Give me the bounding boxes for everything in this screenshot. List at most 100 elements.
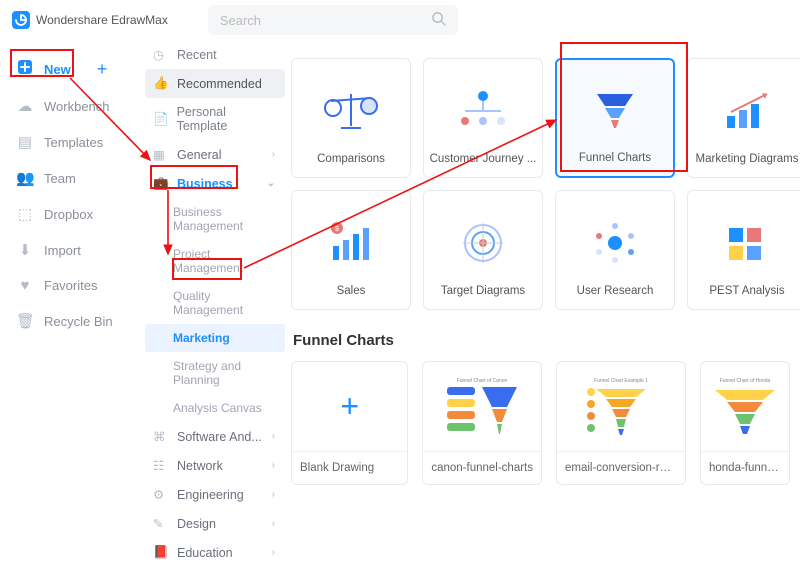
cat-education[interactable]: 📕Education› xyxy=(145,538,285,567)
card-grid: Comparisons Customer Journey ... Funnel … xyxy=(291,58,790,310)
sub-label: Marketing xyxy=(173,331,230,345)
template-grid: + Blank Drawing Funnel Chart of Canon ca… xyxy=(291,361,790,485)
cat-label: Network xyxy=(177,459,223,473)
chevron-right-icon: › xyxy=(272,518,275,529)
sub-business-mgmt[interactable]: Business Management xyxy=(145,198,285,240)
cat-network[interactable]: ☷ Network › xyxy=(145,451,285,480)
chevron-right-icon: › xyxy=(272,149,275,160)
sub-label: Business Management xyxy=(173,205,275,233)
clock-icon: ◷ xyxy=(153,47,169,62)
cloud-icon: ☁ xyxy=(16,97,34,115)
cat-label: Engineering xyxy=(177,488,244,502)
briefcase-icon: 💼 xyxy=(153,176,169,191)
blank-thumb: + xyxy=(292,362,407,452)
template-icon: ▤ xyxy=(16,133,34,151)
cat-label: General xyxy=(177,148,221,162)
template-blank[interactable]: + Blank Drawing xyxy=(291,361,408,485)
sub-label: Strategy and Planning xyxy=(173,359,275,387)
sub-quality-mgmt[interactable]: Quality Management xyxy=(145,282,285,324)
cat-engineering[interactable]: ⚙Engineering› xyxy=(145,480,285,509)
template-canon[interactable]: Funnel Chart of Canon canon-funnel-chart… xyxy=(422,361,542,485)
card-pest[interactable]: PEST Analysis xyxy=(687,190,800,310)
book-icon: 📕 xyxy=(153,545,169,560)
nav-label: Team xyxy=(44,171,76,186)
search-input[interactable] xyxy=(220,13,431,28)
trash-icon: 🗑 xyxy=(16,312,34,330)
journey-icon xyxy=(428,69,538,153)
template-label: email-conversion-rate-of-c... xyxy=(557,452,685,484)
template-label: canon-funnel-charts xyxy=(423,452,541,484)
template-honda[interactable]: Funnel Chart of Honda honda-funnel-... xyxy=(700,361,790,485)
mid-item-personal[interactable]: 📄Personal Template xyxy=(145,98,285,140)
nav-recycle[interactable]: 🗑Recycle Bin xyxy=(12,303,145,339)
card-funnel-charts[interactable]: Funnel Charts xyxy=(555,58,675,178)
pest-icon xyxy=(692,201,800,285)
cat-label: Business xyxy=(177,177,233,191)
card-label: Comparisons xyxy=(317,153,385,165)
nav-import[interactable]: ⬇ Import xyxy=(12,232,145,268)
nav-label: Import xyxy=(44,243,81,258)
card-label: Sales xyxy=(337,285,366,297)
chevron-right-icon: › xyxy=(272,460,275,471)
team-icon: 👥 xyxy=(16,169,34,187)
mid-label: Recommended xyxy=(177,77,262,91)
card-customer-journey[interactable]: Customer Journey ... xyxy=(423,58,543,178)
sub-marketing[interactable]: Marketing xyxy=(145,324,285,352)
chevron-right-icon: › xyxy=(272,489,275,500)
content-area: Comparisons Customer Journey ... Funnel … xyxy=(285,40,800,574)
svg-text:Funnel Chart of Canon: Funnel Chart of Canon xyxy=(457,378,508,384)
card-label: PEST Analysis xyxy=(709,285,784,297)
card-marketing-diagrams[interactable]: Marketing Diagrams xyxy=(687,58,800,178)
new-plus-button[interactable]: + xyxy=(97,59,108,80)
cat-general[interactable]: ▦General› xyxy=(145,140,285,169)
cat-label: Design xyxy=(177,517,216,531)
sub-label: Project Management xyxy=(173,247,275,275)
cat-software[interactable]: ⌘ Software And... › xyxy=(145,422,285,451)
svg-text:$: $ xyxy=(335,226,339,233)
sub-strategy[interactable]: Strategy and Planning xyxy=(145,352,285,394)
mid-item-recent[interactable]: ◷Recent xyxy=(145,40,285,69)
sales-icon: $ xyxy=(296,201,406,285)
primary-nav: New + ☁ Workbench ▤ Templates 👥 Team ⬚ Dropb… xyxy=(0,40,145,574)
marketing-icon xyxy=(692,69,800,153)
chevron-right-icon: › xyxy=(272,547,275,558)
nav-team[interactable]: 👥 Team xyxy=(12,160,145,196)
sub-project-mgmt[interactable]: Project Management xyxy=(145,240,285,282)
template-email[interactable]: Funnel Chart Example 1 email-conversion-… xyxy=(556,361,686,485)
logo-icon xyxy=(12,11,30,29)
app-logo: Wondershare EdrawMax xyxy=(12,11,168,29)
sub-label: Quality Management xyxy=(173,289,275,317)
sub-analysis[interactable]: Analysis Canvas xyxy=(145,394,285,422)
thumb-icon: 👍 xyxy=(153,76,169,91)
dropbox-icon: ⬚ xyxy=(16,205,34,223)
funnel-icon xyxy=(561,70,669,152)
nav-dropbox[interactable]: ⬚ Dropbox xyxy=(12,196,145,232)
card-sales[interactable]: $ Sales xyxy=(291,190,411,310)
cat-business[interactable]: 💼 Business ⌄ xyxy=(145,169,285,198)
section-title: Funnel Charts xyxy=(293,332,790,349)
brush-icon: ✎ xyxy=(153,516,169,531)
svg-text:Funnel Chart Example 1: Funnel Chart Example 1 xyxy=(594,378,648,384)
nav-favorites[interactable]: ♥Favorites xyxy=(12,268,145,303)
card-comparisons[interactable]: Comparisons xyxy=(291,58,411,178)
card-user-research[interactable]: User Research xyxy=(555,190,675,310)
card-target-diagrams[interactable]: Target Diagrams xyxy=(423,190,543,310)
nav-label: Templates xyxy=(44,135,103,150)
code-icon: ⌘ xyxy=(153,429,169,444)
nav-workbench[interactable]: ☁ Workbench xyxy=(12,88,145,124)
card-label: Target Diagrams xyxy=(441,285,525,297)
nav-new[interactable]: New xyxy=(12,50,75,88)
nav-label: Workbench xyxy=(44,99,110,114)
funnel-thumb: Funnel Chart of Canon xyxy=(423,362,541,452)
nav-templates[interactable]: ▤ Templates xyxy=(12,124,145,160)
nav-label: Dropbox xyxy=(44,207,93,222)
chevron-down-icon: ⌄ xyxy=(267,178,275,189)
search-box[interactable] xyxy=(208,5,458,35)
import-icon: ⬇ xyxy=(16,241,34,259)
chevron-right-icon: › xyxy=(272,431,275,442)
mid-item-recommended[interactable]: 👍 Recommended xyxy=(145,69,285,98)
card-label: Funnel Charts xyxy=(579,152,651,164)
cat-label: Software And... xyxy=(177,430,262,444)
network-icon: ☷ xyxy=(153,458,169,473)
user-research-icon xyxy=(560,201,670,285)
